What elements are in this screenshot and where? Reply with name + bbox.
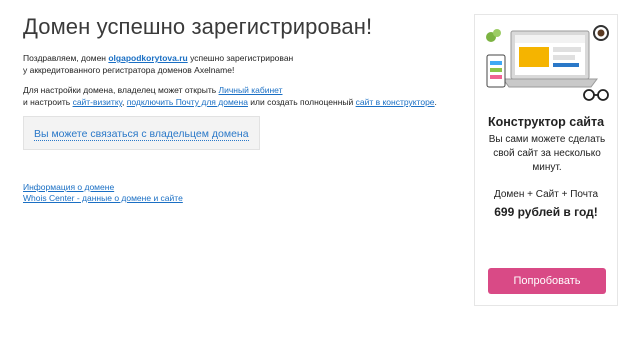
site-builder-ad: Конструктор сайта Вы сами можете сделать… (474, 14, 618, 306)
phone-icon (486, 54, 506, 88)
setup-and: и настроить (23, 97, 73, 107)
glasses-icon (583, 89, 609, 101)
setup-text: Для настройки домена, владелец может отк… (23, 84, 437, 108)
congrats-text: Поздравляем, домен olgapodkorytova.ru ус… (23, 52, 293, 76)
ad-price: 699 рублей в год! (494, 205, 598, 219)
connect-mail-link[interactable]: подключить Почту для домена (127, 97, 248, 107)
congrats-line2: у аккредитованного регистратора доменов … (23, 65, 235, 75)
site-builder-link[interactable]: сайт в конструкторе (356, 97, 435, 107)
period: . (434, 97, 437, 107)
congrats-prefix: Поздравляем, домен (23, 53, 109, 63)
setup-prefix: Для настройки домена, владелец может отк… (23, 85, 219, 95)
page-title: Домен успешно зарегистрирован! (23, 14, 373, 39)
info-links: Информация о домене Whois Center - данны… (23, 182, 183, 204)
business-card-link[interactable]: сайт-визитку (73, 97, 122, 107)
try-button[interactable]: Попробовать (488, 268, 606, 294)
congrats-suffix: успешно зарегистрирован (187, 53, 294, 63)
contact-owner-link[interactable]: Вы можете связаться с владельцем домена (34, 128, 249, 141)
personal-cabinet-link[interactable]: Личный кабинет (219, 85, 283, 95)
main-content: Домен успешно зарегистрирован! Поздравля… (23, 14, 443, 203)
laptop-illustration (486, 25, 609, 101)
domain-link[interactable]: olgapodkorytova.ru (108, 53, 187, 63)
setup-or: или создать полноценный (247, 97, 356, 107)
laptop-icon (502, 30, 598, 88)
ad-title: Конструктор сайта (487, 115, 605, 129)
contact-owner-box: Вы можете связаться с владельцем домена (23, 116, 260, 150)
plant-icon (486, 29, 501, 42)
ad-offer: Домен + Сайт + Почта (493, 189, 599, 200)
domain-info-link[interactable]: Информация о домене (23, 182, 183, 193)
whois-link[interactable]: Whois Center - данные о домене и сайте (23, 193, 183, 204)
ad-description: Вы сами можете сделать свой сайт за неск… (488, 134, 606, 173)
